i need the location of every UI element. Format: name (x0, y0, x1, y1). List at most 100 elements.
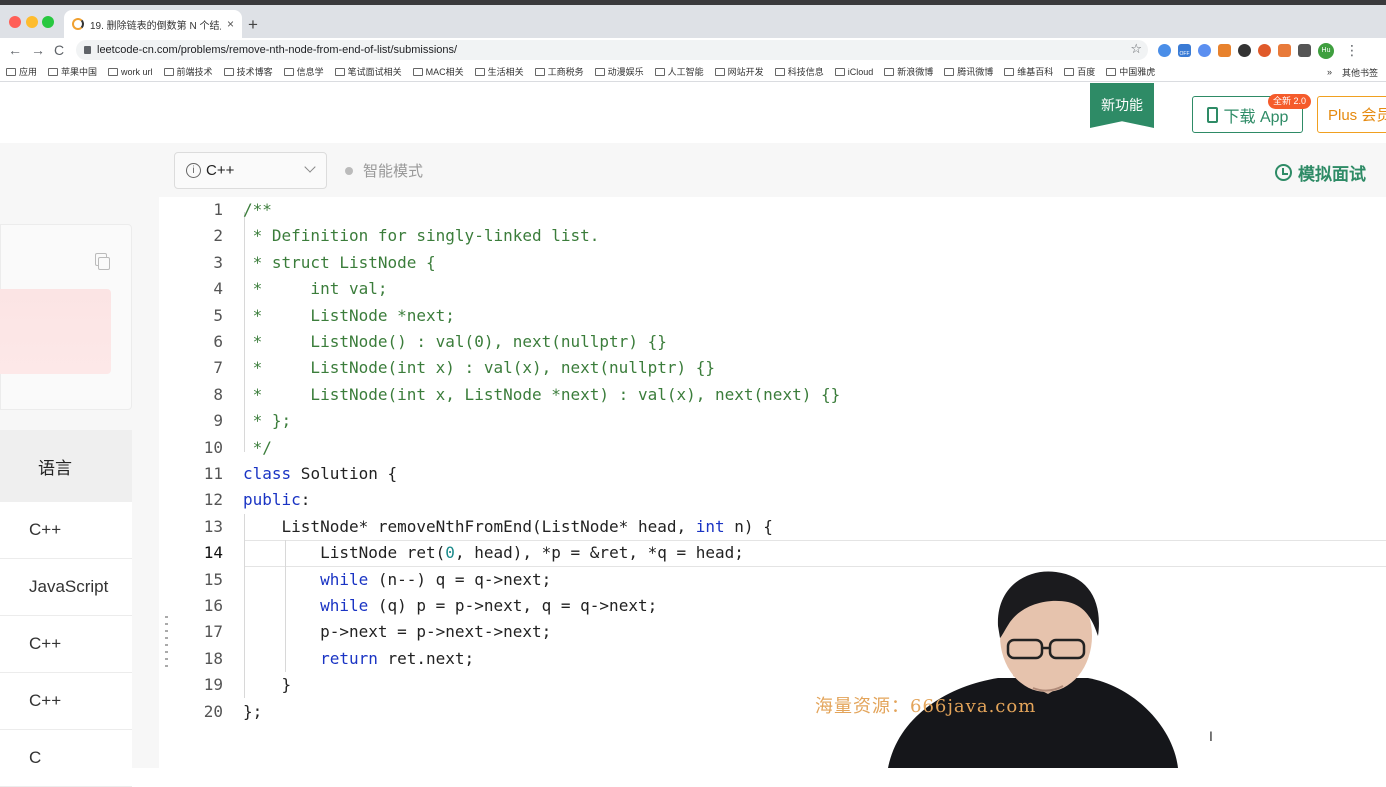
extension-dark-icon[interactable] (1238, 44, 1251, 57)
bookmark-item[interactable]: 动漫娱乐 (594, 65, 644, 78)
code-line: 2 * Definition for singly-linked list. (175, 223, 1386, 249)
folder-icon (283, 67, 294, 76)
code-line: 11 class Solution { (175, 461, 1386, 487)
code-line: 16 while (q) p = p->next, q = q->next; (175, 593, 1386, 619)
line-number: 2 (213, 226, 223, 246)
folder-icon (108, 67, 119, 76)
extension-send-icon[interactable] (1198, 44, 1211, 57)
metamask-icon[interactable] (1218, 44, 1231, 57)
code-comment: * struct ListNode { (243, 252, 436, 272)
copy-icon[interactable] (95, 253, 110, 270)
reload-button[interactable]: C (54, 41, 64, 59)
bookmark-item[interactable]: work url (108, 67, 153, 77)
line-number: 8 (213, 384, 223, 404)
extensions-puzzle-icon[interactable] (1298, 44, 1311, 57)
zoom-window-button[interactable] (42, 16, 54, 28)
submission-language-item[interactable]: JavaScript (0, 559, 132, 616)
code-line: 19 } (175, 672, 1386, 698)
code-line: 10 */ (175, 435, 1386, 461)
mock-interview-button[interactable]: 模拟面试 (1275, 160, 1366, 185)
bookmark-label: 信息学 (296, 67, 324, 77)
extension-fox-icon[interactable] (1278, 44, 1291, 57)
browser-tab-active[interactable]: 19. 删除链表的倒数第 N 个结点 - × (64, 10, 242, 38)
folder-icon (654, 67, 665, 76)
submission-language-item[interactable]: C++ (0, 673, 132, 730)
tab-close-icon[interactable]: × (227, 17, 234, 31)
bookmark-star-icon[interactable]: ☆ (1130, 41, 1142, 57)
bookmark-item[interactable]: 苹果中国 (48, 65, 97, 78)
bookmark-item[interactable]: 科技信息 (774, 65, 824, 78)
profile-avatar[interactable]: Hu (1318, 42, 1334, 59)
bookmark-label: 笔试面试相关 (347, 67, 402, 77)
bookmarks-overflow[interactable]: » 其他书签 (1320, 62, 1378, 81)
bookmark-item[interactable]: 前端技术 (163, 65, 213, 78)
extension-blue-icon[interactable] (1158, 44, 1171, 57)
back-button[interactable]: ← (8, 41, 22, 59)
browser-menu-icon[interactable]: ⋮ (1345, 42, 1359, 59)
bookmark-label: 动漫娱乐 (607, 67, 644, 77)
extension-orange-icon[interactable] (1258, 44, 1271, 57)
mock-interview-label: 模拟面试 (1298, 165, 1366, 184)
new-feature-ribbon[interactable]: 新功能 (1090, 83, 1154, 128)
code-comment: * Definition for singly-linked list. (243, 226, 600, 246)
code-number: 0 (445, 543, 455, 563)
forward-button[interactable]: → (31, 41, 45, 59)
bookmark-item[interactable]: 信息学 (283, 65, 324, 78)
bookmark-label: 腾讯微博 (957, 67, 994, 77)
bookmark-item[interactable]: 工商税务 (534, 65, 584, 78)
bookmark-label: iCloud (847, 66, 874, 77)
panel-resize-handle[interactable] (165, 616, 168, 672)
code-comment: * ListNode() : val(0), next(nullptr) {} (243, 332, 667, 351)
language-select[interactable]: i C++ (174, 152, 327, 189)
bookmark-item[interactable]: 生活相关 (474, 65, 524, 78)
bookmark-item[interactable]: 人工智能 (654, 65, 704, 78)
bookmark-item[interactable]: iCloud (834, 66, 874, 77)
submission-language-item[interactable]: C++ (0, 616, 132, 673)
bookmark-item[interactable]: 应用 (6, 65, 37, 78)
smart-mode-toggle[interactable]: 智能模式 (345, 160, 423, 181)
url-input[interactable]: leetcode-cn.com/problems/remove-nth-node… (76, 40, 1148, 60)
code-comment: */ (243, 437, 272, 457)
bookmark-item[interactable]: 技术博客 (223, 65, 273, 78)
code-line: 9 * }; (175, 408, 1386, 434)
new-tab-button[interactable]: + (248, 15, 258, 35)
folder-icon (1004, 67, 1015, 76)
code-line: 17 p->next = p->next->next; (175, 619, 1386, 645)
code-line: 13 ListNode* removeNthFromEnd(ListNode* … (175, 514, 1386, 540)
watermark-text: 海量资源：666java.com (815, 696, 1037, 717)
other-bookmarks-folder[interactable]: 其他书签 (1342, 66, 1378, 79)
more-bookmarks-icon[interactable]: » (1327, 67, 1332, 77)
plus-vip-button[interactable]: Plus 会员 (1317, 96, 1386, 133)
language-select-value: C++ (206, 162, 235, 179)
code-text: class Solution { (243, 464, 398, 483)
code-text: * Definition for singly-linked list. (243, 223, 600, 249)
close-window-button[interactable] (9, 16, 21, 28)
bookmark-item[interactable]: 百度 (1064, 65, 1095, 78)
bookmarks-bar: 应用 苹果中国 work url 前端技术 技术博客 信息学 笔试面试相关 MAC相关 生活相关… (0, 62, 1386, 82)
folder-icon (774, 67, 785, 76)
minimize-window-button[interactable] (26, 16, 38, 28)
bookmark-item[interactable]: MAC相关 (412, 65, 464, 78)
code-line: 4 * int val; (175, 276, 1386, 302)
folder-icon (944, 67, 955, 76)
code-text: } (243, 675, 292, 695)
submission-language-item[interactable]: C++ (0, 502, 132, 559)
bookmark-item[interactable]: 笔试面试相关 (334, 65, 402, 78)
code-text: * ListNode(int x) : val(x), next(nullptr… (243, 355, 715, 381)
bookmark-item[interactable]: 网站开发 (714, 65, 764, 78)
line-number: 13 (203, 516, 223, 536)
bookmark-item[interactable]: 维基百科 (1004, 65, 1053, 78)
extension-off-icon[interactable]: OFF (1178, 44, 1191, 57)
code-keyword: while (320, 569, 369, 589)
bookmark-item[interactable]: 新浪微博 (884, 65, 933, 78)
code-comment: * }; (243, 411, 292, 431)
extension-off-label: OFF (1179, 51, 1190, 57)
code-line: 7 * ListNode(int x) : val(x), next(nullp… (175, 355, 1386, 381)
code-comment: /** (243, 200, 272, 219)
submission-language-list: C++ JavaScript C++ C++ C (0, 502, 132, 787)
bookmark-item[interactable]: 腾讯微博 (944, 65, 993, 78)
bookmark-item[interactable]: 中国雅虎 (1106, 65, 1155, 78)
lock-icon (84, 46, 91, 54)
bookmark-label: 技术博客 (236, 67, 273, 77)
submission-language-item[interactable]: C (0, 730, 132, 787)
